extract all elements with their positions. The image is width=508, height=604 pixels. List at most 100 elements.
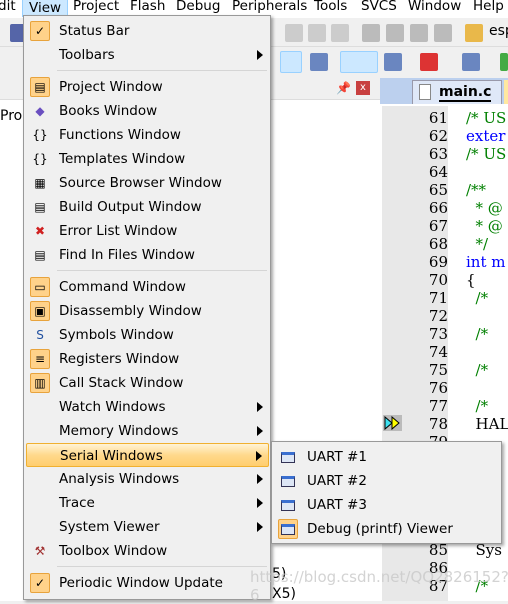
serial-window-icon <box>278 471 298 491</box>
line-number: 73 <box>428 325 448 343</box>
line-number: 74 <box>428 343 448 361</box>
menu-item-toolbox-window[interactable]: ⚒ Toolbox Window <box>26 539 269 563</box>
menu-item-find-in-files-window[interactable]: ▤ Find In Files Window <box>26 243 269 267</box>
menu-separator <box>57 566 267 567</box>
menu-item-toolbars[interactable]: Toolbars <box>26 43 269 67</box>
submenu-item-label: UART #3 <box>307 497 367 513</box>
line-number: 78 <box>428 415 448 433</box>
line-number: 65 <box>428 181 448 199</box>
editor-tabs: main.c <box>380 78 508 104</box>
menu-item-label: Symbols Window <box>59 327 174 343</box>
menu-item-label: Source Browser Window <box>59 175 222 191</box>
menu-item-error-list-window[interactable]: ✖ Error List Window <box>26 219 269 243</box>
code-line: */ <box>466 235 489 253</box>
submenu-arrow-icon <box>256 451 262 461</box>
symbols-icon: S <box>36 328 44 342</box>
registers-icon: ≡ <box>30 349 50 369</box>
submenu-item-uart-2[interactable]: UART #2 <box>274 469 500 493</box>
menu-window[interactable]: Window <box>408 0 461 14</box>
menu-item-disassembly-window[interactable]: ▣ Disassembly Window <box>26 299 269 323</box>
submenu-item-debug-printf-viewer[interactable]: Debug (printf) Viewer <box>274 517 500 541</box>
pin-icon[interactable]: 📌 <box>336 81 351 95</box>
tab-main-c[interactable]: main.c <box>412 80 502 104</box>
menu-flash[interactable]: Flash <box>130 0 165 14</box>
menu-item-call-stack-window[interactable]: ▥ Call Stack Window <box>26 371 269 395</box>
system-viewer-icon[interactable] <box>500 53 508 71</box>
menu-item-system-viewer[interactable]: System Viewer <box>26 515 269 539</box>
menu-item-source-browser-window[interactable]: ▦ Source Browser Window <box>26 171 269 195</box>
submenu-item-label: UART #1 <box>307 449 367 465</box>
checkmark-icon: ✓ <box>30 573 50 593</box>
menu-item-label: Call Stack Window <box>59 375 184 391</box>
line-number: 76 <box>428 379 448 397</box>
open-folder-icon[interactable] <box>465 24 483 42</box>
analysis-icon[interactable] <box>420 53 438 71</box>
menu-item-periodic-window-update[interactable]: ✓ Periodic Window Update <box>26 571 269 595</box>
menu-help[interactable]: Help <box>473 0 504 14</box>
code-line: int m <box>466 253 506 271</box>
books-icon: ◆ <box>35 104 45 118</box>
submenu-arrow-icon <box>257 474 263 484</box>
tab-next[interactable] <box>504 80 508 104</box>
code-line: { <box>466 271 476 289</box>
menu-item-build-output-window[interactable]: ▤ Build Output Window <box>26 195 269 219</box>
menu-peripherals[interactable]: Peripherals <box>232 0 307 14</box>
menu-item-command-window[interactable]: ▭ Command Window <box>26 275 269 299</box>
menu-svcs[interactable]: SVCS <box>361 0 397 14</box>
menu-project[interactable]: Project <box>73 0 119 14</box>
trace-icon[interactable] <box>462 53 480 71</box>
code-line: * @ <box>466 217 503 235</box>
submenu-arrow-icon <box>257 498 263 508</box>
submenu-item-uart-3[interactable]: UART #3 <box>274 493 500 517</box>
line-number: 67 <box>428 217 448 235</box>
submenu-arrow-icon <box>257 522 263 532</box>
menu-separator <box>57 270 267 271</box>
submenu-arrow-icon <box>257 402 263 412</box>
toolbox-icon: ⚒ <box>34 544 46 558</box>
menu-item-watch-windows[interactable]: Watch Windows <box>26 395 269 419</box>
menu-item-status-bar[interactable]: ✓ Status Bar <box>26 19 269 43</box>
menu-item-books-window[interactable]: ◆ Books Window <box>26 99 269 123</box>
indent-icon[interactable] <box>362 24 380 42</box>
uncomment-icon[interactable] <box>434 24 452 42</box>
menu-debug[interactable]: Debug <box>176 0 220 14</box>
menu-item-label: Templates Window <box>59 151 186 167</box>
line-number: 77 <box>428 397 448 415</box>
bookmark-icon[interactable] <box>285 24 303 42</box>
menu-tools[interactable]: Tools <box>314 0 347 14</box>
line-number: 64 <box>428 163 448 181</box>
line-number: 68 <box>428 235 448 253</box>
menu-item-serial-windows[interactable]: Serial Windows <box>26 443 269 467</box>
unindent-icon[interactable] <box>386 24 404 42</box>
menu-edit[interactable]: dit <box>0 0 16 14</box>
menu-item-label: Project Window <box>59 79 163 95</box>
menu-item-label: Toolbars <box>59 47 115 63</box>
bookmark-clear-icon[interactable] <box>331 24 349 42</box>
watch-icon[interactable] <box>310 53 328 71</box>
call-stack-icon: ▥ <box>30 373 50 393</box>
memory-window-icon[interactable] <box>340 51 378 73</box>
menu-item-memory-windows[interactable]: Memory Windows <box>26 419 269 443</box>
target-name[interactable]: esp <box>489 23 508 39</box>
serial-window-icon <box>278 495 298 515</box>
menu-item-trace[interactable]: Trace <box>26 491 269 515</box>
menu-item-templates-window[interactable]: {} Templates Window <box>26 147 269 171</box>
bookmark-prev-icon[interactable] <box>308 24 326 42</box>
serial-window-icon[interactable] <box>384 53 402 71</box>
menu-item-registers-window[interactable]: ≡ Registers Window <box>26 347 269 371</box>
code-line: /* US <box>466 145 507 163</box>
code-line: /** <box>466 181 487 199</box>
close-icon[interactable]: x <box>356 81 370 95</box>
menu-item-symbols-window[interactable]: S Symbols Window <box>26 323 269 347</box>
menu-item-project-window[interactable]: ▤ Project Window <box>26 75 269 99</box>
find-files-icon: ▤ <box>34 248 46 262</box>
call-stack-toggle-icon[interactable] <box>280 51 302 73</box>
menu-item-analysis-windows[interactable]: Analysis Windows <box>26 467 269 491</box>
serial-window-icon <box>278 447 298 467</box>
comment-icon[interactable] <box>410 24 428 42</box>
menu-item-functions-window[interactable]: {} Functions Window <box>26 123 269 147</box>
menu-item-label: Books Window <box>59 103 158 119</box>
code-line: HAL <box>466 415 508 433</box>
submenu-item-uart-1[interactable]: UART #1 <box>274 445 500 469</box>
submenu-arrow-icon <box>257 426 263 436</box>
